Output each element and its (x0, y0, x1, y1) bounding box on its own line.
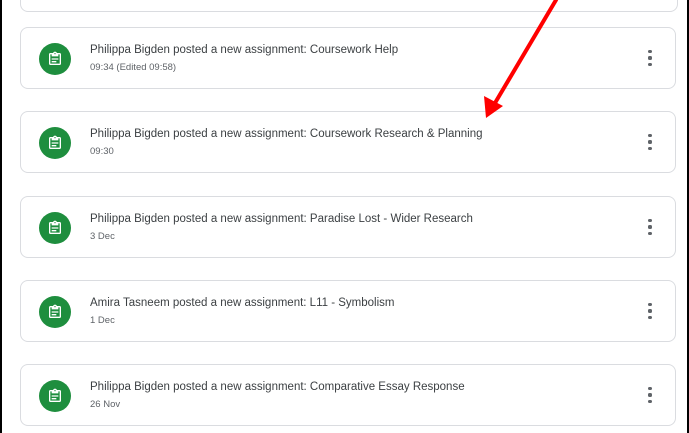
post-timestamp: 3 Dec (90, 231, 115, 242)
assignment-icon (39, 127, 71, 159)
more-options-icon[interactable] (647, 387, 653, 403)
post-timestamp: 09:34 (Edited 09:58) (90, 62, 177, 73)
post-timestamp: 09:30 (90, 146, 114, 157)
stream-post[interactable]: Philippa Bigden posted a new assignment:… (20, 364, 676, 426)
post-timestamp: 1 Dec (90, 315, 115, 326)
assignment-icon (39, 43, 71, 75)
post-title[interactable]: Amira Tasneem posted a new assignment: L… (90, 297, 394, 309)
post-timestamp: 26 Nov (90, 399, 121, 410)
more-options-icon[interactable] (647, 50, 653, 66)
previous-card-edge (20, 0, 678, 12)
post-title[interactable]: Philippa Bigden posted a new assignment:… (90, 213, 473, 225)
stream-post[interactable]: Philippa Bigden posted a new assignment:… (20, 111, 676, 173)
post-title[interactable]: Philippa Bigden posted a new assignment:… (90, 381, 465, 393)
more-options-icon[interactable] (647, 134, 653, 150)
post-title[interactable]: Philippa Bigden posted a new assignment:… (90, 44, 398, 56)
stream-post[interactable]: Philippa Bigden posted a new assignment:… (20, 27, 676, 89)
more-options-icon[interactable] (647, 219, 653, 235)
more-options-icon[interactable] (647, 303, 653, 319)
post-title[interactable]: Philippa Bigden posted a new assignment:… (90, 128, 483, 140)
assignment-icon (39, 212, 71, 244)
stream-post[interactable]: Philippa Bigden posted a new assignment:… (20, 196, 676, 258)
assignment-icon (39, 296, 71, 328)
stream-post[interactable]: Amira Tasneem posted a new assignment: L… (20, 280, 676, 342)
assignment-icon (39, 380, 71, 412)
